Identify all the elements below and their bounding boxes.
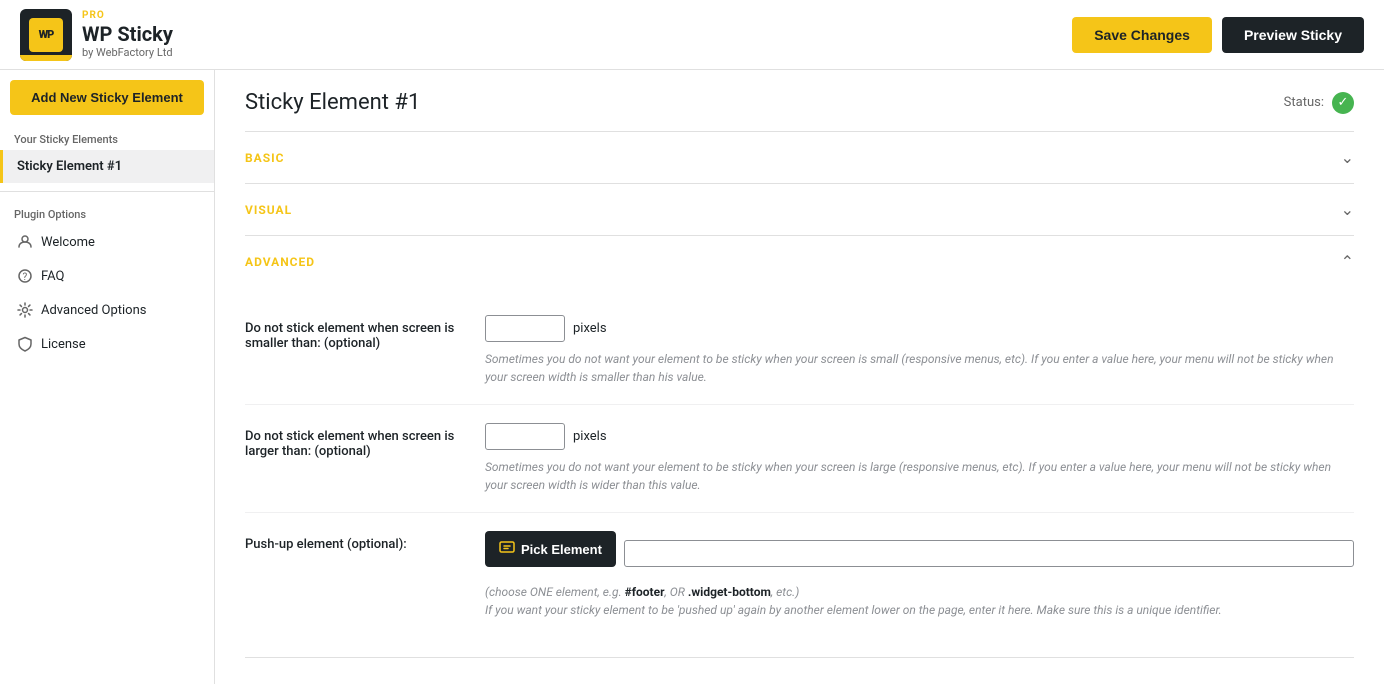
add-new-sticky-element-button[interactable]: Add New Sticky Element [10, 80, 204, 115]
push-up-input[interactable] [624, 540, 1354, 567]
min-screen-input-row: pixels [485, 315, 1354, 342]
push-up-label: Push-up element (optional): [245, 531, 465, 552]
section-visual: VISUAL ⌄ [245, 184, 1354, 236]
sidebar-divider [0, 191, 214, 192]
section-basic-chevron: ⌄ [1341, 148, 1354, 167]
license-icon [17, 336, 33, 352]
faq-label: FAQ [41, 269, 64, 284]
max-screen-input[interactable] [485, 423, 565, 450]
max-screen-suffix: pixels [573, 429, 607, 444]
push-up-hint-1: (choose ONE element, e.g. #footer, OR .w… [485, 583, 1354, 601]
header: WP PRO WP Sticky by WebFactory Ltd Save … [0, 0, 1384, 70]
section-advanced-chevron: ⌃ [1341, 252, 1354, 271]
logo-wp: WP [29, 18, 63, 52]
max-screen-input-row: pixels [485, 423, 1354, 450]
min-screen-input[interactable] [485, 315, 565, 342]
logo-icon: WP [20, 9, 72, 61]
section-basic: BASIC ⌄ [245, 132, 1354, 184]
section-visual-header[interactable]: VISUAL ⌄ [245, 184, 1354, 235]
section-basic-header[interactable]: BASIC ⌄ [245, 132, 1354, 183]
preview-sticky-button[interactable]: Preview Sticky [1222, 17, 1364, 53]
logo-pro-badge: PRO [82, 10, 173, 22]
svg-text:?: ? [23, 272, 28, 283]
sticky-elements-section-label: Your Sticky Elements [0, 125, 214, 150]
page-header: Sticky Element #1 Status: ✓ [245, 90, 1354, 132]
sidebar-item-sticky-element-1[interactable]: Sticky Element #1 [0, 150, 214, 183]
status-area: Status: ✓ [1284, 92, 1354, 114]
plugin-options-label: Plugin Options [0, 200, 214, 225]
max-screen-control: pixels Sometimes you do not want your el… [485, 423, 1354, 494]
header-actions: Save Changes Preview Sticky [1072, 17, 1364, 53]
page-title: Sticky Element #1 [245, 90, 420, 115]
min-screen-suffix: pixels [573, 321, 607, 336]
license-label: License [41, 337, 86, 352]
logo-text: PRO WP Sticky by WebFactory Ltd [82, 10, 173, 59]
pick-element-label: Pick Element [521, 542, 602, 557]
advanced-options-label: Advanced Options [41, 303, 146, 318]
pick-row: Pick Element [485, 531, 1354, 575]
sidebar-item-advanced-options[interactable]: Advanced Options [0, 293, 214, 327]
status-label: Status: [1284, 95, 1324, 110]
sidebar-item-faq[interactable]: ? FAQ [0, 259, 214, 293]
sidebar-item-welcome[interactable]: Welcome [0, 225, 214, 259]
form-row-min-screen: Do not stick element when screen is smal… [245, 297, 1354, 405]
sidebar: Add New Sticky Element Your Sticky Eleme… [0, 70, 215, 684]
status-check-icon: ✓ [1332, 92, 1354, 114]
faq-icon: ? [17, 268, 33, 284]
save-changes-button[interactable]: Save Changes [1072, 17, 1212, 53]
section-visual-title: VISUAL [245, 203, 292, 217]
push-up-control: Pick Element (choose ONE element, e.g. #… [485, 531, 1354, 619]
section-advanced-content: Do not stick element when screen is smal… [245, 287, 1354, 657]
push-up-hint-2: If you want your sticky element to be 'p… [485, 601, 1354, 619]
form-row-push-up: Push-up element (optional): Pick Element [245, 513, 1354, 637]
form-row-max-screen: Do not stick element when screen is larg… [245, 405, 1354, 513]
logo-stripe [20, 55, 72, 61]
logo-by: by WebFactory Ltd [82, 46, 173, 59]
max-screen-hint: Sometimes you do not want your element t… [485, 458, 1354, 494]
min-screen-hint: Sometimes you do not want your element t… [485, 350, 1354, 386]
section-visual-chevron: ⌄ [1341, 200, 1354, 219]
pick-element-icon [499, 539, 515, 559]
welcome-label: Welcome [41, 235, 95, 250]
pick-element-button[interactable]: Pick Element [485, 531, 616, 567]
section-advanced: ADVANCED ⌃ Do not stick element when scr… [245, 236, 1354, 658]
welcome-icon [17, 234, 33, 250]
section-advanced-header[interactable]: ADVANCED ⌃ [245, 236, 1354, 287]
sticky-element-1-label: Sticky Element #1 [17, 159, 122, 174]
main-content: Sticky Element #1 Status: ✓ BASIC ⌄ VISU… [215, 70, 1384, 684]
layout: Add New Sticky Element Your Sticky Eleme… [0, 70, 1384, 684]
sidebar-item-license[interactable]: License [0, 327, 214, 361]
section-basic-title: BASIC [245, 151, 284, 165]
min-screen-control: pixels Sometimes you do not want your el… [485, 315, 1354, 386]
min-screen-label: Do not stick element when screen is smal… [245, 315, 465, 351]
logo-name: WP Sticky [82, 22, 173, 46]
advanced-options-icon [17, 302, 33, 318]
logo-area: WP PRO WP Sticky by WebFactory Ltd [20, 9, 173, 61]
section-advanced-title: ADVANCED [245, 255, 315, 269]
max-screen-label: Do not stick element when screen is larg… [245, 423, 465, 459]
